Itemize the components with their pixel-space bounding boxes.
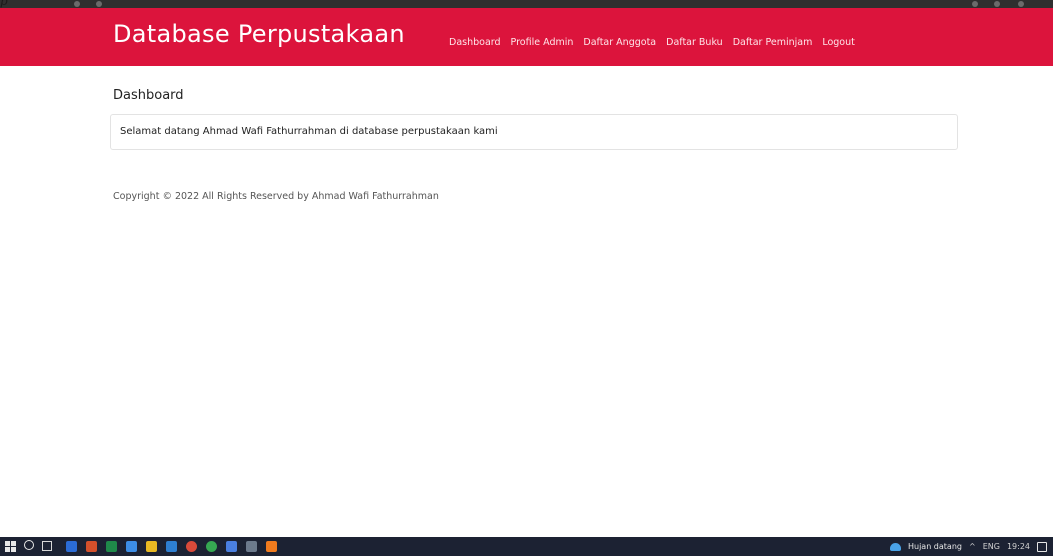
excel-icon[interactable] xyxy=(106,541,117,552)
browser-control-icon[interactable] xyxy=(994,1,1000,7)
app-icon[interactable] xyxy=(246,541,257,552)
browser-control-icon[interactable] xyxy=(972,1,978,7)
brand-title[interactable]: Database Perpustakaan xyxy=(113,20,405,48)
nav-link-daftar-buku[interactable]: Daftar Buku xyxy=(666,37,723,48)
corner-glyph: p xyxy=(0,0,8,8)
footer-copyright: Copyright © 2022 All Rights Reserved by … xyxy=(113,191,439,202)
screen: p Database Perpustakaan Dashboard Profil… xyxy=(0,0,1053,556)
welcome-message: Selamat datang Ahmad Wafi Fathurrahman d… xyxy=(120,126,498,137)
nav-links: Dashboard Profile Admin Daftar Anggota D… xyxy=(449,37,855,48)
page-title: Dashboard xyxy=(113,88,184,103)
browser-control-icon[interactable] xyxy=(74,1,80,7)
weather-text[interactable]: Hujan datang xyxy=(908,542,962,551)
windows-taskbar: Hujan datang ^ ENG 19:24 xyxy=(0,537,1053,556)
chrome-alt-icon[interactable] xyxy=(206,541,217,552)
nav-link-dashboard[interactable]: Dashboard xyxy=(449,37,501,48)
nav-link-daftar-peminjam[interactable]: Daftar Peminjam xyxy=(733,37,813,48)
nav-link-profile-admin[interactable]: Profile Admin xyxy=(511,37,574,48)
search-icon[interactable] xyxy=(24,540,34,550)
weather-icon[interactable] xyxy=(889,542,901,551)
tray-lang[interactable]: ENG xyxy=(983,542,1000,551)
welcome-card: Selamat datang Ahmad Wafi Fathurrahman d… xyxy=(110,114,958,150)
nav-link-logout[interactable]: Logout xyxy=(822,37,855,48)
photos-icon[interactable] xyxy=(126,541,137,552)
security-icon[interactable] xyxy=(226,541,237,552)
browser-control-icon[interactable] xyxy=(1018,1,1024,7)
system-tray: Hujan datang ^ ENG 19:24 xyxy=(889,537,1053,556)
windows-start-icon[interactable] xyxy=(5,541,16,552)
nav-link-daftar-anggota[interactable]: Daftar Anggota xyxy=(583,37,656,48)
browser-toolbar-strip: p xyxy=(0,0,1053,8)
browser-control-icon[interactable] xyxy=(96,1,102,7)
tray-clock[interactable]: 19:24 xyxy=(1007,542,1030,551)
notification-icon[interactable] xyxy=(1037,541,1047,552)
vscode-icon[interactable] xyxy=(166,541,177,552)
task-view-icon[interactable] xyxy=(42,541,52,551)
navbar: Database Perpustakaan Dashboard Profile … xyxy=(0,8,1053,66)
store-icon[interactable] xyxy=(266,541,277,552)
powerpoint-icon[interactable] xyxy=(86,541,97,552)
file-explorer-icon[interactable] xyxy=(146,541,157,552)
tray-chevron-icon[interactable]: ^ xyxy=(969,542,976,551)
chrome-icon[interactable] xyxy=(186,541,197,552)
word-icon[interactable] xyxy=(66,541,77,552)
